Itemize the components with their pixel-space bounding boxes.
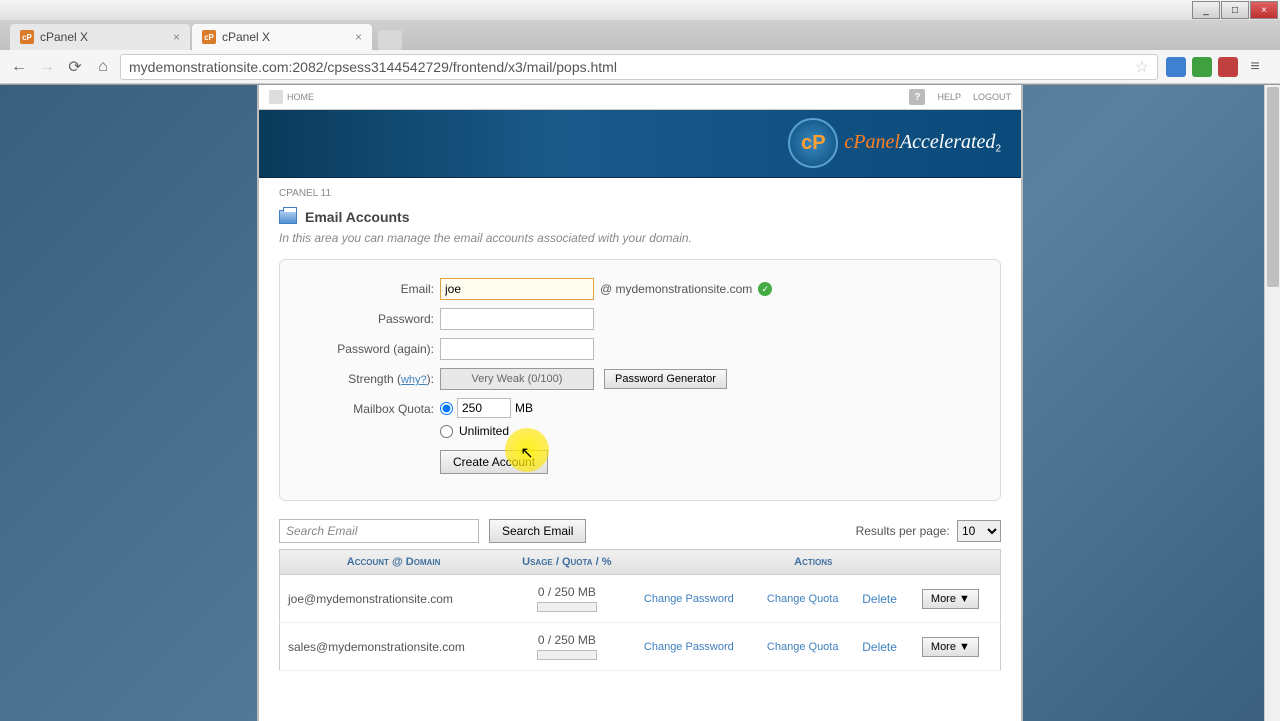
page-viewport: HOME ? HELP LOGOUT cP cPanelAccelerated2… [0,85,1280,721]
email-input[interactable] [440,278,594,300]
browser-tab[interactable]: cP cPanel X × [10,24,190,50]
extension-icon[interactable] [1218,57,1238,77]
col-actions: Actions [627,550,1001,575]
more-button[interactable]: More ▼ [922,589,979,609]
search-input[interactable] [279,519,479,543]
cpanel-logo: cP cPanelAccelerated2 [788,118,1001,168]
help-badge-icon[interactable]: ? [909,89,925,105]
breadcrumb: CPANEL 11 [279,188,1001,199]
quota-input[interactable] [457,398,511,418]
why-link[interactable]: why? [401,374,427,386]
more-button[interactable]: More ▼ [922,637,979,657]
tab-label: cPanel X [40,30,88,44]
tab-close-icon[interactable]: × [355,30,362,44]
logo-suffix: Accelerated [900,131,996,153]
scrollbar[interactable] [1264,85,1280,721]
logo-sub: 2 [995,144,1001,155]
email-icon [279,210,297,224]
menu-icon[interactable]: ≡ [1244,56,1266,78]
tab-favicon-icon: cP [20,30,34,44]
window-title-bar: _ □ × [0,0,1280,20]
create-account-form: Email: @ mydemonstrationsite.com ✓ Passw… [279,259,1001,501]
help-link[interactable]: HELP [937,92,961,102]
table-row: sales@mydemonstrationsite.com 0 / 250 MB… [280,623,1001,671]
email-label: Email: [310,282,440,296]
password-input[interactable] [440,308,594,330]
email-domain: @ mydemonstrationsite.com [600,282,752,296]
forward-button[interactable]: → [36,56,58,78]
check-icon: ✓ [758,282,772,296]
quota-size-radio[interactable] [440,402,453,415]
bookmark-star-icon[interactable]: ☆ [1135,57,1149,77]
minimize-button[interactable]: _ [1192,1,1220,19]
results-per-page-label: Results per page: [856,524,950,538]
url-text: mydemonstrationsite.com:2082/cpsess31445… [129,59,617,75]
usage-bar [537,602,597,612]
strength-label: Strength (why?): [310,372,440,386]
strength-meter: Very Weak (0/100) [440,368,594,390]
change-password-link[interactable]: Change Password [635,593,744,605]
home-button[interactable]: ⌂ [92,56,114,78]
close-button[interactable]: × [1250,1,1278,19]
extension-icon[interactable] [1166,57,1186,77]
account-email: sales@mydemonstrationsite.com [280,623,508,671]
browser-chrome: _ □ × cP cPanel X × cP cPanel X × ← → ⟳ … [0,0,1280,85]
browser-tab[interactable]: cP cPanel X × [192,24,372,50]
delete-link[interactable]: Delete [862,592,897,606]
tab-favicon-icon: cP [202,30,216,44]
new-tab-button[interactable] [378,30,402,50]
search-row: Search Email Results per page: 10 [279,519,1001,543]
password-again-label: Password (again): [310,342,440,356]
table-row: joe@mydemonstrationsite.com 0 / 250 MB C… [280,575,1001,623]
tab-strip: cP cPanel X × cP cPanel X × [0,20,1280,50]
back-button[interactable]: ← [8,56,30,78]
page-description: In this area you can manage the email ac… [279,231,1001,245]
tab-close-icon[interactable]: × [173,30,180,44]
cpanel-banner: cP cPanelAccelerated2 [259,110,1021,178]
usage-bar [537,650,597,660]
reload-button[interactable]: ⟳ [64,56,86,78]
change-quota-link[interactable]: Change Quota [759,641,846,653]
search-button[interactable]: Search Email [489,519,586,543]
maximize-button[interactable]: □ [1221,1,1249,19]
logout-link[interactable]: LOGOUT [973,92,1011,102]
unlimited-label: Unlimited [459,424,509,438]
cpanel-topbar: HOME ? HELP LOGOUT [259,85,1021,110]
url-bar[interactable]: mydemonstrationsite.com:2082/cpsess31445… [120,54,1158,80]
password-generator-button[interactable]: Password Generator [604,369,727,389]
home-icon[interactable] [269,90,283,104]
scroll-thumb[interactable] [1267,87,1279,287]
change-password-link[interactable]: Change Password [635,641,744,653]
logo-icon: cP [788,118,838,168]
change-quota-link[interactable]: Change Quota [759,593,846,605]
accounts-table: Account @ Domain Usage / Quota / % Actio… [279,549,1001,671]
quota-unit: MB [515,401,533,415]
usage-cell: 0 / 250 MB [507,623,626,671]
usage-cell: 0 / 250 MB [507,575,626,623]
extension-icons: ≡ [1166,56,1272,78]
nav-bar: ← → ⟳ ⌂ mydemonstrationsite.com:2082/cps… [0,50,1280,84]
create-account-button[interactable]: Create Account [440,450,548,474]
account-email: joe@mydemonstrationsite.com [280,575,508,623]
col-account[interactable]: Account @ Domain [280,550,508,575]
page-title: Email Accounts [305,209,410,225]
results-per-page-select[interactable]: 10 [957,520,1001,542]
quota-unlimited-radio[interactable] [440,425,453,438]
home-label[interactable]: HOME [287,92,314,102]
delete-link[interactable]: Delete [862,640,897,654]
quota-label: Mailbox Quota: [310,398,440,416]
col-usage[interactable]: Usage / Quota / % [507,550,626,575]
extension-icon[interactable] [1192,57,1212,77]
password-again-input[interactable] [440,338,594,360]
logo-brand: cPanel [844,131,900,153]
cpanel-container: HOME ? HELP LOGOUT cP cPanelAccelerated2… [257,85,1023,721]
cpanel-body: CPANEL 11 Email Accounts In this area yo… [259,178,1021,681]
tab-label: cPanel X [222,30,270,44]
section-header: Email Accounts [279,209,1001,225]
password-label: Password: [310,312,440,326]
